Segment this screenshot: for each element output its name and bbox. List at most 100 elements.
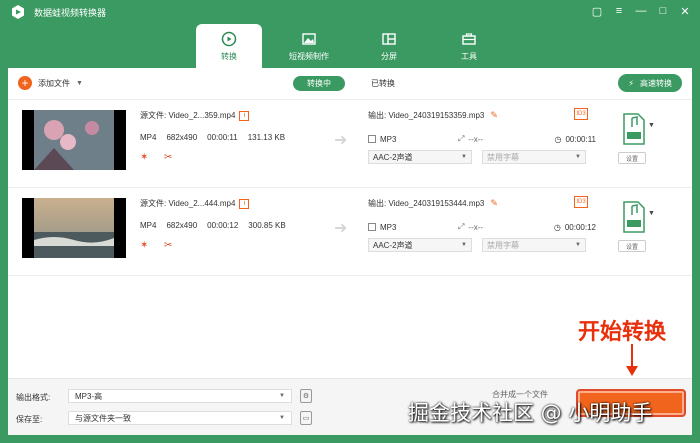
main-tabs: 转换 短视频制作 分屏 工具	[196, 24, 502, 68]
add-file-button[interactable]: + 添加文件 ▼	[18, 76, 83, 90]
pencil-icon[interactable]: ✎	[490, 110, 498, 121]
menu-icon[interactable]: ≡	[612, 4, 626, 18]
restore-icon[interactable]: ▢	[590, 4, 604, 18]
source-meta: MP4 682x490 00:00:11 131.13 KB	[140, 133, 285, 142]
audio-track-value: AAC-2声道	[373, 152, 413, 162]
image-icon	[302, 32, 316, 45]
speed-convert-button[interactable]: ⚡ 高速转换	[618, 74, 682, 92]
output-options: AAC-2声道 ▼ 禁用字幕 ▼	[368, 238, 586, 252]
output-resolution: --x--	[468, 222, 484, 232]
split-icon	[382, 32, 396, 45]
tab-tools[interactable]: 工具	[436, 24, 502, 68]
edit-tools: ✶ ✂	[140, 240, 176, 252]
chevron-down-icon[interactable]: ▼	[648, 210, 655, 217]
source-size: 300.85 KB	[248, 221, 286, 230]
resize-icon: ⤢	[458, 222, 465, 231]
output-info-icon[interactable]: ID3	[574, 196, 588, 208]
video-thumbnail[interactable]	[22, 198, 126, 258]
chevron-down-icon: ▼	[575, 154, 581, 160]
source-duration: 00:00:12	[207, 221, 239, 230]
subtitle-value: 禁用字幕	[487, 152, 519, 162]
chevron-down-icon: ▼	[279, 393, 285, 399]
mp3-file-icon[interactable]	[620, 200, 648, 234]
maximize-icon[interactable]: □	[656, 4, 670, 18]
magic-wand-icon[interactable]: ✶	[140, 240, 152, 252]
source-size: 131.13 KB	[247, 133, 286, 142]
source-resolution: 682x490	[166, 133, 198, 142]
output-info-icon[interactable]: ID3	[574, 108, 588, 120]
close-icon[interactable]: ✕	[678, 4, 692, 18]
folder-icon[interactable]: ▭	[300, 411, 312, 425]
format-icon	[368, 135, 376, 143]
output-duration: 00:00:11	[565, 134, 596, 144]
app-logo-icon	[12, 5, 24, 19]
source-meta: MP4 682x490 00:00:12 300.85 KB	[140, 221, 286, 230]
arrow-right-icon: ➜	[334, 220, 348, 237]
format-icon	[368, 223, 376, 231]
info-icon[interactable]: i	[239, 198, 250, 209]
toolbox-icon	[462, 32, 476, 45]
output-meta: MP3 ⤢ --x-- ◷ 00:00:12	[368, 222, 596, 232]
plus-icon: +	[18, 76, 32, 90]
watermark: 掘金技术社区 @ 小明助手	[408, 401, 653, 425]
save-to-value: 与源文件夹一致	[75, 413, 131, 423]
source-file-label: 源文件: Video_2...444.mp4	[140, 199, 236, 208]
minimize-icon[interactable]: —	[634, 4, 648, 18]
clock-icon: ◷	[553, 222, 561, 232]
info-icon[interactable]: i	[239, 110, 250, 121]
tab-split-screen[interactable]: 分屏	[356, 24, 422, 68]
edit-tools: ✶ ✂	[140, 152, 176, 164]
chevron-down-icon[interactable]: ▼	[648, 122, 655, 129]
file-row: 源文件: Video_2...359.mp4 i MP4 682x490 00:…	[8, 100, 692, 188]
source-file-label: 源文件: Video_2...359.mp4	[140, 111, 236, 120]
source-resolution: 682x490	[166, 221, 198, 230]
save-to-select[interactable]: 与源文件夹一致 ▼	[68, 411, 292, 425]
output-format-label: 输出格式:	[16, 393, 51, 402]
output-file: 输出: Video_240319153359.mp3 ✎	[368, 110, 498, 121]
format-settings-icon[interactable]: ⚙	[300, 389, 312, 403]
annotation-arrow-icon	[626, 344, 638, 376]
chevron-down-icon: ▼	[575, 242, 581, 248]
mp3-file-icon[interactable]	[620, 112, 648, 146]
pencil-icon[interactable]: ✎	[490, 198, 498, 209]
output-format: MP3	[380, 134, 397, 144]
speed-label: 高速转换	[640, 78, 672, 88]
video-thumbnail[interactable]	[22, 110, 126, 170]
scissors-icon[interactable]: ✂	[164, 240, 176, 252]
scissors-icon[interactable]: ✂	[164, 152, 176, 164]
output-file: 输出: Video_240319153444.mp3 ✎	[368, 198, 498, 209]
converted-tab[interactable]: 已转换	[357, 76, 409, 91]
chevron-down-icon[interactable]: ▼	[76, 80, 83, 87]
audio-track-value: AAC-2声道	[373, 240, 413, 250]
settings-button[interactable]: 设置	[618, 152, 646, 164]
add-file-label: 添加文件	[38, 78, 70, 88]
converting-tab[interactable]: 转换中	[293, 76, 345, 91]
output-format: MP3	[380, 222, 397, 232]
window-controls: ▢ ≡ — □ ✕	[590, 4, 692, 18]
tab-convert[interactable]: 转换	[196, 24, 262, 68]
output-resolution: --x--	[468, 134, 484, 144]
audio-track-select[interactable]: AAC-2声道 ▼	[368, 238, 472, 252]
tab-label: 短视频制作	[289, 51, 329, 61]
tab-label: 转换	[221, 51, 237, 61]
title-bar: 数据蛙视频转换器 ▢ ≡ — □ ✕	[0, 0, 700, 24]
output-file-label: 输出: Video_240319153359.mp3	[368, 111, 485, 120]
source-duration: 00:00:11	[207, 133, 238, 142]
thumbnail-image	[34, 110, 114, 170]
output-file-label: 输出: Video_240319153444.mp3	[368, 199, 485, 208]
chevron-down-icon: ▼	[461, 242, 467, 248]
settings-button[interactable]: 设置	[618, 240, 646, 252]
thumbnail-image	[34, 198, 114, 258]
source-format: MP4	[140, 133, 157, 142]
audio-track-select[interactable]: AAC-2声道 ▼	[368, 150, 472, 164]
subtitle-select[interactable]: 禁用字幕 ▼	[482, 150, 586, 164]
output-format-select[interactable]: MP3-高 ▼	[68, 389, 292, 403]
file-toolbar: + 添加文件 ▼ 转换中 已转换 ⚡ 高速转换	[8, 68, 692, 100]
resize-icon: ⤢	[458, 134, 465, 143]
output-meta: MP3 ⤢ --x-- ◷ 00:00:11	[368, 134, 596, 144]
magic-wand-icon[interactable]: ✶	[140, 152, 152, 164]
tab-short-video[interactable]: 短视频制作	[276, 24, 342, 68]
tab-label: 分屏	[381, 51, 397, 61]
output-options: AAC-2声道 ▼ 禁用字幕 ▼	[368, 150, 586, 164]
subtitle-select[interactable]: 禁用字幕 ▼	[482, 238, 586, 252]
